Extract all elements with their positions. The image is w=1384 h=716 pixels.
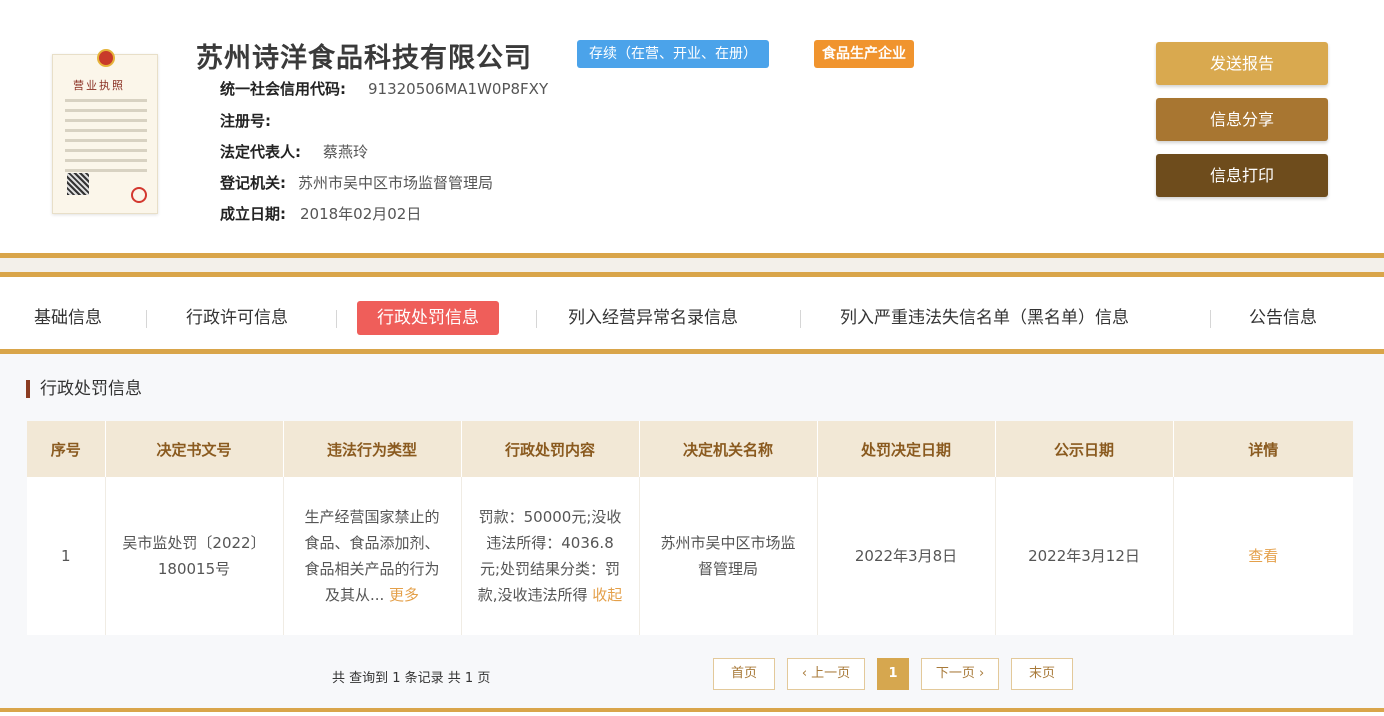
tab-divider bbox=[336, 310, 337, 328]
info-tab-bar: 基础信息 行政许可信息 行政处罚信息 列入经营异常名录信息 列入严重违法失信名单… bbox=[0, 272, 1384, 354]
section-title: 行政处罚信息 bbox=[26, 380, 142, 398]
cell-index: 1 bbox=[27, 477, 106, 635]
share-info-button[interactable]: 信息分享 bbox=[1156, 98, 1328, 141]
penalty-content-panel: 行政处罚信息 序号 决定书文号 违法行为类型 行政处罚内容 决定机关名称 处罚决… bbox=[0, 354, 1384, 712]
info-establish-date: 成立日期: 2018年02月02日 bbox=[220, 203, 421, 224]
tab-divider bbox=[1210, 310, 1211, 328]
info-label: 法定代表人: bbox=[220, 143, 301, 161]
send-report-button[interactable]: 发送报告 bbox=[1156, 42, 1328, 85]
current-page-button[interactable]: 1 bbox=[877, 658, 909, 690]
info-legal-representative: 法定代表人: 蔡燕玲 bbox=[220, 141, 368, 162]
cell-penalty-content: 罚款：50000元;没收违法所得：4036.8元;处罚结果分类：罚款,没收违法所… bbox=[461, 477, 640, 635]
tab-announcements[interactable]: 公告信息 bbox=[1249, 301, 1317, 335]
print-info-button[interactable]: 信息打印 bbox=[1156, 154, 1328, 197]
info-value: 2018年02月02日 bbox=[300, 205, 422, 223]
license-text-lines bbox=[65, 99, 147, 179]
info-label: 成立日期: bbox=[220, 205, 286, 223]
column-header: 详情 bbox=[1173, 421, 1353, 477]
tab-basic-info[interactable]: 基础信息 bbox=[34, 301, 102, 335]
business-license-image[interactable]: 营业执照 bbox=[52, 49, 158, 214]
column-header: 处罚决定日期 bbox=[817, 421, 996, 477]
section-gap bbox=[0, 258, 1384, 272]
status-badge: 存续（在营、开业、在册） bbox=[577, 40, 769, 68]
pagination-summary: 共 查询到 1 条记录 共 1 页 bbox=[332, 671, 491, 686]
table-row: 1 吴市监处罚〔2022〕180015号 生产经营国家禁止的食品、食品添加剂、食… bbox=[27, 477, 1353, 635]
company-card: 营业执照 苏州诗洋食品科技有限公司 存续（在营、开业、在册） 食品生产企业 统一… bbox=[0, 0, 1384, 258]
qr-code-icon bbox=[67, 173, 89, 195]
info-value: 蔡燕玲 bbox=[323, 143, 369, 161]
column-header: 违法行为类型 bbox=[283, 421, 462, 477]
last-page-button[interactable]: 末页 bbox=[1011, 658, 1073, 690]
cell-decision-date: 2022年3月8日 bbox=[817, 477, 996, 635]
table-header-row: 序号 决定书文号 违法行为类型 行政处罚内容 决定机关名称 处罚决定日期 公示日… bbox=[27, 421, 1353, 477]
tab-abnormal-operation[interactable]: 列入经营异常名录信息 bbox=[568, 301, 738, 335]
tab-admin-penalty[interactable]: 行政处罚信息 bbox=[357, 301, 499, 335]
column-header: 行政处罚内容 bbox=[461, 421, 640, 477]
info-credit-code: 统一社会信用代码: 91320506MA1W0P8FXY bbox=[220, 78, 548, 99]
official-seal-icon bbox=[131, 187, 147, 203]
next-page-button[interactable]: 下一页 › bbox=[921, 658, 999, 690]
column-header: 决定机关名称 bbox=[639, 421, 818, 477]
tab-divider bbox=[536, 310, 537, 328]
info-value: 苏州市吴中区市场监督管理局 bbox=[298, 174, 494, 192]
penalty-table: 序号 决定书文号 违法行为类型 行政处罚内容 决定机关名称 处罚决定日期 公示日… bbox=[27, 421, 1353, 635]
column-header: 公示日期 bbox=[995, 421, 1174, 477]
cell-authority: 苏州市吴中区市场监督管理局 bbox=[639, 477, 818, 635]
tab-divider bbox=[800, 310, 801, 328]
first-page-button[interactable]: 首页 bbox=[713, 658, 775, 690]
column-header: 决定书文号 bbox=[105, 421, 284, 477]
cell-document-number: 吴市监处罚〔2022〕180015号 bbox=[105, 477, 284, 635]
info-registration-number: 注册号: bbox=[220, 110, 285, 131]
national-emblem-icon bbox=[97, 49, 115, 67]
cell-detail: 查看 bbox=[1173, 477, 1353, 635]
info-label: 登记机关: bbox=[220, 174, 286, 192]
tab-divider bbox=[146, 310, 147, 328]
prev-page-button[interactable]: ‹ 上一页 bbox=[787, 658, 865, 690]
violation-text: 生产经营国家禁止的食品、食品添加剂、食品相关产品的行为及其从... bbox=[304, 508, 440, 604]
info-registration-authority: 登记机关: 苏州市吴中区市场监督管理局 bbox=[220, 172, 493, 193]
info-label: 统一社会信用代码: bbox=[220, 80, 346, 98]
info-value: 91320506MA1W0P8FXY bbox=[368, 80, 549, 98]
collapse-link[interactable]: 收起 bbox=[592, 586, 622, 604]
column-header: 序号 bbox=[27, 421, 106, 477]
enterprise-type-badge: 食品生产企业 bbox=[814, 40, 914, 68]
company-name: 苏州诗洋食品科技有限公司 bbox=[196, 43, 532, 74]
info-label: 注册号: bbox=[220, 112, 271, 130]
tab-admin-license[interactable]: 行政许可信息 bbox=[186, 301, 288, 335]
license-title: 营业执照 bbox=[73, 79, 125, 92]
cell-publish-date: 2022年3月12日 bbox=[995, 477, 1174, 635]
view-detail-link[interactable]: 查看 bbox=[1248, 547, 1278, 565]
tab-blacklist[interactable]: 列入严重违法失信名单（黑名单）信息 bbox=[840, 301, 1129, 335]
cell-violation-type: 生产经营国家禁止的食品、食品添加剂、食品相关产品的行为及其从... 更多 bbox=[283, 477, 462, 635]
more-link[interactable]: 更多 bbox=[389, 586, 419, 604]
